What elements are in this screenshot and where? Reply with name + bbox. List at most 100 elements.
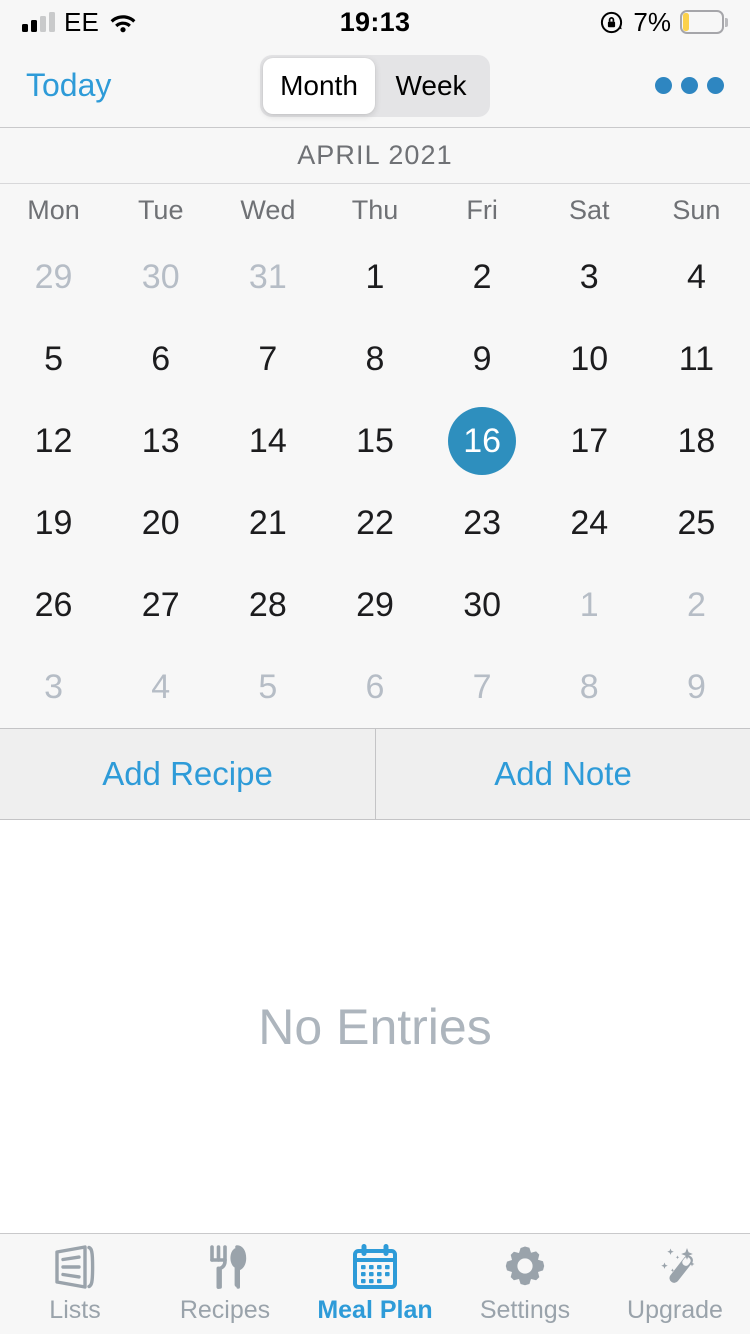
weekday-header-row: Mon Tue Wed Thu Fri Sat Sun bbox=[0, 184, 750, 236]
calendar-day-number: 10 bbox=[570, 339, 609, 378]
calendar-grid: 29 30 31 1 2 3 4 5 6 7 8 9 10 11 12 13 14 15 16 17 18 19 20 21 2… bbox=[0, 236, 750, 728]
more-horizontal-icon-dot bbox=[655, 77, 672, 94]
weekday-label-sat: Sat bbox=[569, 194, 610, 225]
calendar-day-number: 30 bbox=[463, 585, 502, 624]
tab-label-lists: Lists bbox=[49, 1296, 101, 1324]
calendar-day-number: 29 bbox=[34, 257, 73, 296]
calendar-day-number: 9 bbox=[686, 667, 706, 706]
weekday-label-wed: Wed bbox=[240, 194, 296, 225]
calendar-day-number: 5 bbox=[44, 339, 64, 378]
calendar-day-cell[interactable]: 26 bbox=[0, 564, 107, 646]
calendar-icon bbox=[349, 1243, 401, 1291]
calendar-day-cell[interactable]: 25 bbox=[643, 482, 750, 564]
calendar-day-number: 13 bbox=[141, 421, 180, 460]
calendar-week-row: 26 27 28 29 30 1 2 bbox=[0, 564, 750, 646]
calendar-day-cell[interactable]: 27 bbox=[107, 564, 214, 646]
calendar-day-cell[interactable]: 21 bbox=[214, 482, 321, 564]
calendar-day-number: 2 bbox=[686, 585, 706, 624]
calendar-day-cell[interactable]: 19 bbox=[0, 482, 107, 564]
calendar-day-cell[interactable]: 1 bbox=[321, 236, 428, 318]
tab-recipes[interactable]: Recipes bbox=[150, 1234, 300, 1334]
tab-lists[interactable]: Lists bbox=[0, 1234, 150, 1334]
calendar-day-cell[interactable]: 3 bbox=[536, 236, 643, 318]
calendar-day-cell[interactable]: 29 bbox=[0, 236, 107, 318]
calendar-day-cell[interactable]: 12 bbox=[0, 400, 107, 482]
calendar-day-cell[interactable]: 20 bbox=[107, 482, 214, 564]
calendar-day-number: 5 bbox=[258, 667, 278, 706]
calendar-day-cell[interactable]: 22 bbox=[321, 482, 428, 564]
calendar-day-number: 1 bbox=[579, 585, 599, 624]
calendar-day-number: 4 bbox=[686, 257, 706, 296]
more-options-button[interactable] bbox=[655, 71, 724, 100]
calendar-day-cell[interactable]: 16 bbox=[429, 400, 536, 482]
calendar-day-cell[interactable]: 6 bbox=[321, 646, 428, 728]
calendar-day-number: 27 bbox=[141, 585, 180, 624]
calendar-day-number: 15 bbox=[356, 421, 394, 460]
tab-upgrade[interactable]: Upgrade bbox=[600, 1234, 750, 1334]
calendar-day-number: 30 bbox=[141, 257, 180, 296]
calendar-day-number: 25 bbox=[677, 503, 716, 542]
calendar-day-cell[interactable]: 4 bbox=[107, 646, 214, 728]
battery-icon bbox=[680, 10, 728, 34]
calendar-day-cell[interactable]: 23 bbox=[429, 482, 536, 564]
calendar-day-cell[interactable]: 8 bbox=[321, 318, 428, 400]
calendar-day-cell[interactable]: 24 bbox=[536, 482, 643, 564]
calendar-day-number: 18 bbox=[677, 421, 716, 460]
calendar-day-cell[interactable]: 6 bbox=[107, 318, 214, 400]
calendar-day-cell[interactable]: 13 bbox=[107, 400, 214, 482]
view-mode-segmented-control[interactable]: Month Week bbox=[260, 54, 490, 117]
calendar-day-cell[interactable]: 18 bbox=[643, 400, 750, 482]
status-bar: EE 19:13 7% bbox=[0, 0, 750, 44]
calendar-day-cell[interactable]: 9 bbox=[643, 646, 750, 728]
calendar-day-cell[interactable]: 7 bbox=[214, 318, 321, 400]
calendar-day-cell[interactable]: 31 bbox=[214, 236, 321, 318]
lists-icon bbox=[49, 1243, 101, 1291]
calendar-day-number: 4 bbox=[151, 667, 171, 706]
wifi-icon bbox=[110, 15, 136, 33]
segment-week[interactable]: Week bbox=[375, 58, 487, 114]
calendar-day-cell[interactable]: 8 bbox=[536, 646, 643, 728]
add-note-button[interactable]: Add Note bbox=[375, 729, 750, 819]
calendar-day-number: 12 bbox=[34, 421, 73, 460]
calendar-day-cell[interactable]: 4 bbox=[643, 236, 750, 318]
calendar-day-cell[interactable]: 28 bbox=[214, 564, 321, 646]
segment-month[interactable]: Month bbox=[263, 57, 375, 114]
calendar-day-number: 22 bbox=[356, 503, 394, 542]
add-recipe-button[interactable]: Add Recipe bbox=[0, 729, 375, 819]
calendar-day-cell[interactable]: 17 bbox=[536, 400, 643, 482]
tab-bar: Lists Recipes Meal Plan Settings Upgrade bbox=[0, 1233, 750, 1334]
calendar-day-number: 9 bbox=[472, 339, 492, 378]
calendar-day-cell[interactable]: 9 bbox=[429, 318, 536, 400]
carrier-label: EE bbox=[64, 6, 100, 37]
calendar-day-cell[interactable]: 5 bbox=[214, 646, 321, 728]
calendar-day-cell[interactable]: 30 bbox=[429, 564, 536, 646]
calendar-day-number: 19 bbox=[34, 503, 73, 542]
calendar-day-number: 20 bbox=[141, 503, 180, 542]
calendar-day-number: 8 bbox=[365, 339, 385, 378]
calendar-day-number: 6 bbox=[365, 667, 385, 706]
calendar-day-cell[interactable]: 11 bbox=[643, 318, 750, 400]
calendar-day-cell[interactable]: 14 bbox=[214, 400, 321, 482]
calendar-day-cell[interactable]: 3 bbox=[0, 646, 107, 728]
calendar-day-number: 8 bbox=[579, 667, 599, 706]
calendar-day-cell[interactable]: 10 bbox=[536, 318, 643, 400]
calendar-day-cell[interactable]: 5 bbox=[0, 318, 107, 400]
calendar-day-cell[interactable]: 30 bbox=[107, 236, 214, 318]
calendar-day-cell[interactable]: 2 bbox=[429, 236, 536, 318]
action-bar: Add Recipe Add Note bbox=[0, 728, 750, 820]
calendar-day-cell[interactable]: 2 bbox=[643, 564, 750, 646]
tab-meal-plan[interactable]: Meal Plan bbox=[300, 1234, 450, 1334]
calendar-day-number: 3 bbox=[579, 257, 599, 296]
weekday-label-fri: Fri bbox=[466, 194, 498, 225]
calendar-day-cell[interactable]: 29 bbox=[321, 564, 428, 646]
calendar-day-cell[interactable]: 7 bbox=[429, 646, 536, 728]
today-button[interactable]: Today bbox=[26, 67, 111, 104]
more-horizontal-icon-dot bbox=[681, 77, 698, 94]
calendar-day-cell[interactable]: 15 bbox=[321, 400, 428, 482]
empty-state-label: No Entries bbox=[258, 998, 492, 1055]
calendar-day-cell[interactable]: 1 bbox=[536, 564, 643, 646]
tab-settings[interactable]: Settings bbox=[450, 1234, 600, 1334]
calendar-week-row: 19 20 21 22 23 24 25 bbox=[0, 482, 750, 564]
magic-wand-icon bbox=[649, 1243, 701, 1291]
calendar: APRIL 2021 Mon Tue Wed Thu Fri Sat Sun 29 30 31 1… bbox=[0, 128, 750, 728]
